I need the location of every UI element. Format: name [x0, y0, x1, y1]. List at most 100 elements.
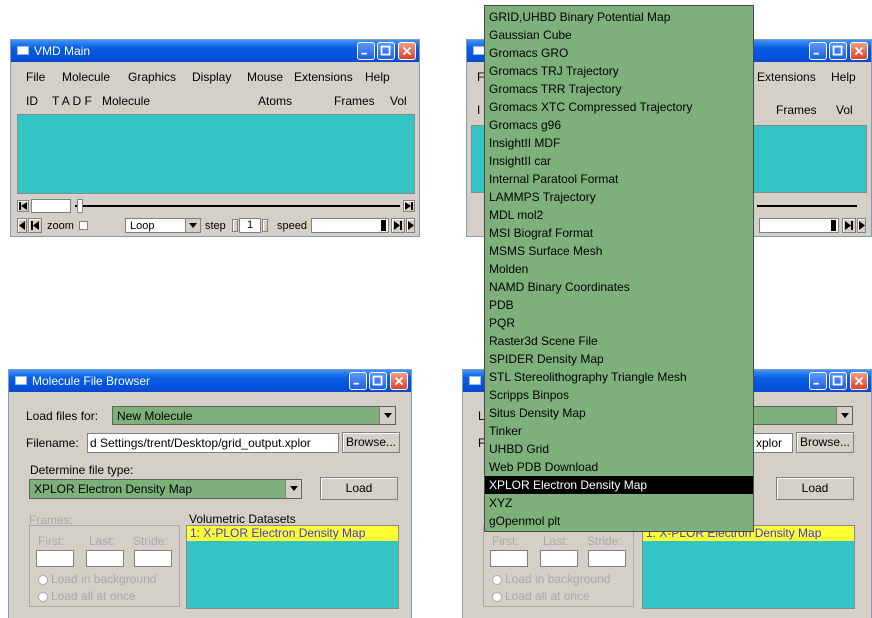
- loop-mode-select[interactable]: Loop: [125, 218, 201, 233]
- vmd-main-titlebar[interactable]: VMD Main: [11, 40, 419, 62]
- menu-mouse[interactable]: Mouse: [247, 70, 283, 84]
- dropdown-item[interactable]: Raster3d Scene File: [485, 332, 753, 350]
- load-for-dropdown-arrow[interactable]: [379, 407, 395, 424]
- load-for-dropdown-arrow-2[interactable]: [836, 407, 852, 424]
- close-button-2[interactable]: [850, 372, 868, 390]
- play-forward-button-2[interactable]: [857, 218, 866, 233]
- maximize-button[interactable]: [369, 372, 387, 390]
- step-increment[interactable]: [262, 219, 268, 232]
- menu-help[interactable]: Help: [365, 70, 390, 84]
- last-field-2[interactable]: [540, 550, 578, 567]
- dropdown-item[interactable]: Molden: [485, 260, 753, 278]
- dropdown-item[interactable]: MSI Biograf Format: [485, 224, 753, 242]
- menu-extensions-2[interactable]: Extensions: [757, 70, 816, 84]
- dropdown-item[interactable]: LAMMPS Trajectory: [485, 188, 753, 206]
- maximize-button[interactable]: [377, 42, 395, 60]
- play-reverse-button[interactable]: [17, 218, 27, 233]
- dropdown-item[interactable]: InsightII MDF: [485, 134, 753, 152]
- dropdown-item[interactable]: InsightII car: [485, 152, 753, 170]
- step-forward-button[interactable]: [391, 218, 405, 233]
- menu-extensions[interactable]: Extensions: [294, 70, 353, 84]
- dropdown-item[interactable]: Gromacs TRJ Trajectory: [485, 62, 753, 80]
- close-button-2[interactable]: [850, 42, 868, 60]
- menu-help-2[interactable]: Help: [831, 70, 856, 84]
- stride-field-2[interactable]: [588, 550, 626, 567]
- play-forward-button[interactable]: [406, 218, 415, 233]
- dropdown-item[interactable]: NAMD Binary Coordinates: [485, 278, 753, 296]
- load-button-2[interactable]: Load: [776, 477, 854, 500]
- minimize-button-2[interactable]: [809, 42, 827, 60]
- step-decrement[interactable]: [232, 219, 238, 232]
- close-button[interactable]: [390, 372, 408, 390]
- dropdown-item[interactable]: Gaussian Cube: [485, 26, 753, 44]
- minimize-button-2[interactable]: [809, 372, 827, 390]
- close-button[interactable]: [398, 42, 416, 60]
- step-field[interactable]: 1: [239, 218, 261, 233]
- menu-display[interactable]: Display: [192, 70, 231, 84]
- file-type-select[interactable]: XPLOR Electron Density Map: [29, 479, 302, 499]
- dropdown-item[interactable]: Scripps Binpos: [485, 386, 753, 404]
- dropdown-item[interactable]: gOpenmol plt: [485, 512, 753, 530]
- load-button[interactable]: Load: [320, 477, 398, 500]
- file-browser-titlebar[interactable]: Molecule File Browser: [9, 370, 411, 392]
- browse-button[interactable]: Browse...: [342, 432, 400, 453]
- frame-slider-2[interactable]: [757, 205, 857, 207]
- loop-dropdown-arrow[interactable]: [185, 219, 200, 232]
- volumetric-datasets-list[interactable]: 1: X-PLOR Electron Density Map: [186, 525, 399, 609]
- zoom-checkbox[interactable]: [79, 221, 88, 230]
- volumetric-datasets-list-2[interactable]: 1: X-PLOR Electron Density Map: [642, 525, 855, 609]
- step-back-button[interactable]: [28, 218, 42, 233]
- menu-file[interactable]: File: [26, 70, 45, 84]
- speed-slider-thumb[interactable]: [381, 220, 386, 231]
- dropdown-item[interactable]: Internal Paratool Format: [485, 170, 753, 188]
- goto-start-button[interactable]: [17, 200, 29, 212]
- dropdown-item-selected[interactable]: XPLOR Electron Density Map: [485, 476, 753, 494]
- load-for-select[interactable]: New Molecule: [112, 406, 396, 425]
- dropdown-item[interactable]: GRID,UHBD Binary Potential Map: [485, 8, 753, 26]
- dropdown-item[interactable]: MDL mol2: [485, 206, 753, 224]
- menu-graphics[interactable]: Graphics: [128, 70, 176, 84]
- browse-button-2[interactable]: Browse...: [796, 432, 854, 453]
- minimize-button[interactable]: [357, 42, 375, 60]
- minimize-button[interactable]: [349, 372, 367, 390]
- goto-end-button[interactable]: [403, 200, 415, 212]
- file-type-dropdown-arrow[interactable]: [285, 480, 301, 498]
- dropdown-item[interactable]: Tinker: [485, 422, 753, 440]
- dropdown-item[interactable]: Web PDB Download: [485, 458, 753, 476]
- maximize-button-2[interactable]: [829, 372, 847, 390]
- first-field[interactable]: [36, 550, 74, 567]
- load-all-once-radio-2[interactable]: [492, 592, 502, 602]
- dropdown-item[interactable]: STL Stereolithography Triangle Mesh: [485, 368, 753, 386]
- dropdown-item[interactable]: Gromacs XTC Compressed Trajectory: [485, 98, 753, 116]
- dropdown-item[interactable]: PDB: [485, 296, 753, 314]
- speed-slider[interactable]: [311, 218, 389, 233]
- dropdown-item[interactable]: Situs Density Map: [485, 404, 753, 422]
- frame-slider-thumb[interactable]: [77, 199, 83, 213]
- load-for-select-2[interactable]: [753, 406, 853, 425]
- frame-number-field[interactable]: [31, 199, 71, 213]
- dropdown-item[interactable]: Gromacs g96: [485, 116, 753, 134]
- last-field[interactable]: [86, 550, 124, 567]
- dropdown-item[interactable]: SPIDER Density Map: [485, 350, 753, 368]
- filename-field-2[interactable]: xplor: [753, 433, 793, 453]
- load-background-radio-2[interactable]: [492, 575, 502, 585]
- frame-slider[interactable]: [75, 205, 400, 207]
- dataset-item[interactable]: 1: X-PLOR Electron Density Map: [187, 526, 398, 541]
- dropdown-item[interactable]: Gromacs GRO: [485, 44, 753, 62]
- filename-field[interactable]: d Settings/trent/Desktop/grid_output.xpl…: [87, 433, 339, 453]
- dropdown-item[interactable]: Gromacs TRR Trajectory: [485, 80, 753, 98]
- dropdown-item[interactable]: XYZ: [485, 494, 753, 512]
- dropdown-item[interactable]: MSMS Surface Mesh: [485, 242, 753, 260]
- speed-slider-thumb-2[interactable]: [831, 220, 836, 231]
- stride-field[interactable]: [134, 550, 172, 567]
- load-background-radio[interactable]: [38, 575, 48, 585]
- menu-molecule[interactable]: Molecule: [62, 70, 110, 84]
- step-forward-button-2[interactable]: [842, 218, 856, 233]
- dropdown-item[interactable]: UHBD Grid: [485, 440, 753, 458]
- first-field-2[interactable]: [490, 550, 528, 567]
- maximize-button-2[interactable]: [829, 42, 847, 60]
- dropdown-item[interactable]: PQR: [485, 314, 753, 332]
- load-all-once-radio[interactable]: [38, 592, 48, 602]
- speed-slider-2[interactable]: [759, 218, 839, 233]
- molecule-list[interactable]: [17, 114, 415, 194]
